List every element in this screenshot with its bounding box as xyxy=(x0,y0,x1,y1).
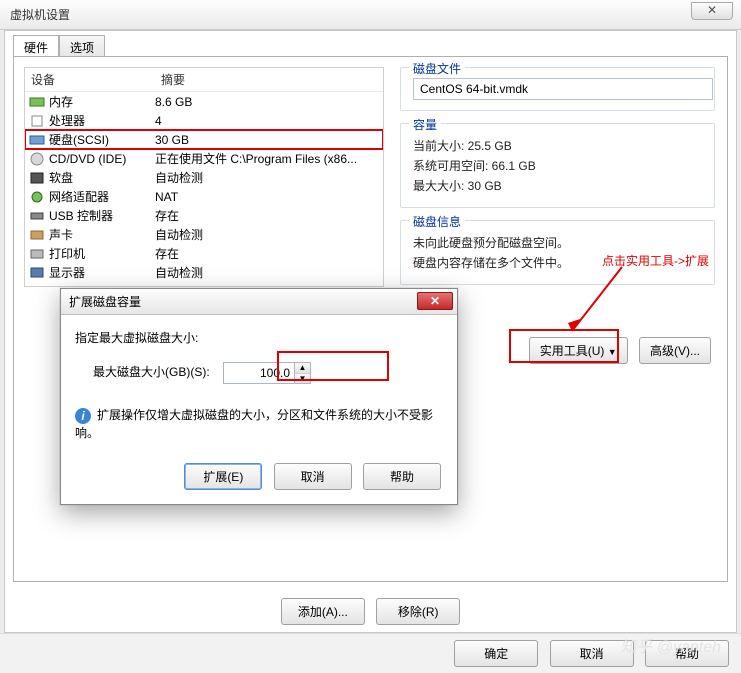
expand-help-button[interactable]: 帮助 xyxy=(363,463,441,490)
chevron-down-icon: ▼ xyxy=(608,347,617,357)
device-row-display[interactable]: 显示器自动检测 xyxy=(25,263,383,282)
legend-disk-info: 磁盘信息 xyxy=(409,213,465,230)
device-row-harddisk[interactable]: 硬盘(SCSI)30 GB xyxy=(25,130,383,149)
utility-row: 实用工具(U) ▼ 高级(V)... xyxy=(525,337,715,364)
harddisk-icon xyxy=(29,133,45,147)
floppy-icon xyxy=(29,171,45,185)
expand-dialog-header[interactable]: 扩展磁盘容量 ✕ xyxy=(61,289,457,315)
help-button[interactable]: 帮助 xyxy=(645,640,729,667)
expand-dialog-title: 扩展磁盘容量 xyxy=(69,293,141,310)
footer-bar: 确定 取消 帮助 xyxy=(0,633,741,673)
capacity-free: 系统可用空间: 66.1 GB xyxy=(413,157,704,174)
expand-dialog: 扩展磁盘容量 ✕ 指定最大虚拟磁盘大小: 最大磁盘大小(GB)(S): ▲ ▼ … xyxy=(60,288,458,505)
tab-strip: 硬件选项 xyxy=(13,35,105,57)
device-row-cpu[interactable]: 处理器4 xyxy=(25,111,383,130)
device-row-printer[interactable]: 打印机存在 xyxy=(25,244,383,263)
size-input[interactable] xyxy=(224,363,294,383)
network-icon xyxy=(29,190,45,204)
spin-up[interactable]: ▲ xyxy=(295,363,310,374)
cpu-icon xyxy=(29,114,45,128)
cdrom-icon xyxy=(29,152,45,166)
device-row-floppy[interactable]: 软盘自动检测 xyxy=(25,168,383,187)
max-size-label: 最大磁盘大小(GB)(S): xyxy=(93,365,210,379)
group-capacity: 容量 当前大小: 25.5 GB 系统可用空间: 66.1 GB 最大大小: 3… xyxy=(400,123,715,208)
sound-icon xyxy=(29,228,45,242)
device-row-memory[interactable]: 内存8.6 GB xyxy=(25,92,383,111)
header-summary: 摘要 xyxy=(155,68,383,91)
device-list: 设备 摘要 内存8.6 GB 处理器4 硬盘(SCSI)30 GB CD/DVD… xyxy=(24,67,384,287)
device-button-row: 添加(A)... 移除(R) xyxy=(14,598,727,625)
advanced-button[interactable]: 高级(V)... xyxy=(639,337,711,364)
printer-icon xyxy=(29,247,45,261)
remove-device-button[interactable]: 移除(R) xyxy=(376,598,460,625)
device-row-sound[interactable]: 声卡自动检测 xyxy=(25,225,383,244)
annotation-text: 点击实用工具->扩展 xyxy=(602,252,709,269)
group-disk-file: 磁盘文件 xyxy=(400,67,715,111)
header-device: 设备 xyxy=(25,68,155,91)
expand-dialog-body: 指定最大虚拟磁盘大小: 最大磁盘大小(GB)(S): ▲ ▼ i扩展操作仅增大虚… xyxy=(61,315,457,457)
legend-capacity: 容量 xyxy=(409,116,441,133)
device-row-cdrom[interactable]: CD/DVD (IDE)正在使用文件 C:\Program Files (x86… xyxy=(25,149,383,168)
device-row-usb[interactable]: USB 控制器存在 xyxy=(25,206,383,225)
expand-info-row: i扩展操作仅增大虚拟磁盘的大小，分区和文件系统的大小不受影响。 xyxy=(75,406,443,441)
size-spinner: ▲ ▼ xyxy=(223,362,311,384)
device-row-network[interactable]: 网络适配器NAT xyxy=(25,187,383,206)
title-bar: 虚拟机设置 ✕ xyxy=(0,0,741,30)
display-icon xyxy=(29,266,45,280)
expand-cancel-button[interactable]: 取消 xyxy=(274,463,352,490)
window-title: 虚拟机设置 xyxy=(10,6,70,23)
utility-button[interactable]: 实用工具(U) ▼ xyxy=(529,337,628,364)
disk-file-input[interactable] xyxy=(413,78,713,100)
ok-button[interactable]: 确定 xyxy=(454,640,538,667)
expand-prompt: 指定最大虚拟磁盘大小: xyxy=(75,329,443,346)
capacity-max: 最大大小: 30 GB xyxy=(413,177,704,194)
spin-down[interactable]: ▼ xyxy=(295,374,310,384)
expand-dialog-buttons: 扩展(E) 取消 帮助 xyxy=(61,457,457,504)
memory-icon xyxy=(29,95,45,109)
disk-info-line1: 未向此硬盘预分配磁盘空间。 xyxy=(413,234,704,251)
spinner-buttons: ▲ ▼ xyxy=(294,363,310,383)
expand-info-text: 扩展操作仅增大虚拟磁盘的大小，分区和文件系统的大小不受影响。 xyxy=(75,408,433,440)
device-list-header: 设备 摘要 xyxy=(25,68,383,92)
info-icon: i xyxy=(75,408,91,424)
add-device-button[interactable]: 添加(A)... xyxy=(281,598,365,625)
capacity-current: 当前大小: 25.5 GB xyxy=(413,137,704,154)
usb-icon xyxy=(29,209,45,223)
cancel-button[interactable]: 取消 xyxy=(550,640,634,667)
expand-dialog-close-button[interactable]: ✕ xyxy=(417,292,453,310)
expand-button[interactable]: 扩展(E) xyxy=(184,463,262,490)
close-button[interactable]: ✕ xyxy=(691,2,733,20)
legend-disk-file: 磁盘文件 xyxy=(409,60,465,77)
